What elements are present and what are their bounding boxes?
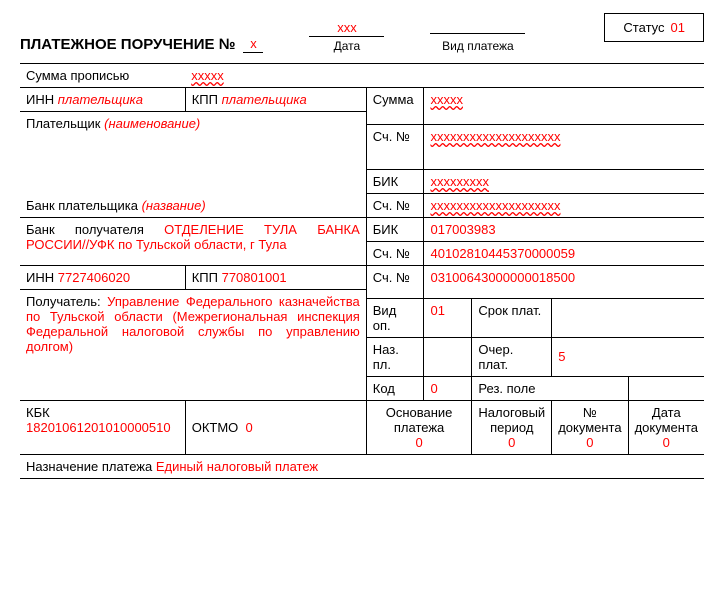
payer-inn-cell: ИНН плательщика — [20, 88, 185, 112]
recipient-bank-label: Банк получателя — [26, 222, 144, 237]
status-box: Статус 01 — [604, 13, 704, 42]
payer-value: (наименование) — [104, 116, 200, 131]
docdate-value: 0 — [663, 435, 670, 450]
sum-words-value: ххххх — [191, 68, 224, 83]
sch1-label: Сч. № — [366, 125, 424, 170]
payer-label: Плательщик — [26, 116, 100, 131]
docdate-cell: Дата документа 0 — [628, 400, 704, 454]
sch1-value: хххххххххххххххххххх — [430, 129, 560, 144]
bik1-value: ххххххххх — [430, 174, 489, 189]
status-label: Статус — [623, 20, 664, 35]
ocher-label: Очер. плат. — [472, 337, 552, 376]
docnum-label: № документа — [558, 405, 621, 435]
payer-kpp-value: плательщика — [222, 92, 307, 107]
purpose-cell: Назначение платежа Единый налоговый плат… — [20, 454, 704, 478]
nalog-value: 0 — [508, 435, 515, 450]
payment-type-label: Вид платежа — [430, 39, 525, 53]
recip-kpp-value: 770801001 — [222, 270, 287, 285]
bik1-label: БИК — [366, 170, 424, 194]
osnov-label: Основание платежа — [386, 405, 453, 435]
srok-label: Срок плат. — [472, 298, 552, 337]
recip-inn-cell: ИНН 7727406020 — [20, 266, 185, 290]
sch3-value: 40102810445370000059 — [424, 242, 704, 266]
payment-type-value — [430, 32, 525, 34]
payer-kpp-label: КПП — [192, 92, 218, 107]
naz-pl-label: Наз. пл. — [366, 337, 424, 376]
purpose-value: Единый налоговый платеж — [156, 459, 318, 474]
kbk-value: 18201061201010000510 — [26, 420, 171, 435]
sch4-value: 03100643000000018500 — [424, 266, 704, 290]
nalog-cell: Налоговый период 0 — [472, 400, 552, 454]
nalog-label: Налоговый период — [478, 405, 545, 435]
sum-label: Сумма — [366, 88, 424, 112]
date-group: ххх Дата — [309, 20, 384, 53]
purpose-label: Назначение платежа — [26, 459, 152, 474]
recipient-bank-cell: Банк получателя ОТДЕЛЕНИЕ ТУЛА БАНКА РОС… — [20, 218, 366, 266]
oktmo-value: 0 — [246, 420, 253, 435]
payer-bank-label: Банк плательщика — [26, 198, 138, 213]
recip-inn-value: 7727406020 — [58, 270, 130, 285]
status-value: 01 — [671, 20, 685, 35]
sum-value-cell: ххххх — [424, 88, 704, 112]
sum-words-cell: ххххх — [185, 64, 704, 88]
date-value: ххх — [309, 20, 384, 37]
main-table: Сумма прописью ххххх ИНН плательщика КПП… — [20, 63, 704, 479]
osnov-cell: Основание платежа 0 — [366, 400, 472, 454]
docnum-cell: № документа 0 — [552, 400, 628, 454]
sch4-label: Сч. № — [366, 266, 424, 290]
oktmo-label: ОКТМО — [192, 420, 239, 435]
number-value: х — [243, 36, 263, 53]
kbk-cell: КБК 18201061201010000510 — [20, 400, 185, 454]
sum-value: ххххх — [430, 92, 463, 107]
kbk-label: КБК — [26, 405, 50, 420]
sum-words-label: Сумма прописью — [20, 64, 185, 88]
payer-kpp-cell: КПП плательщика — [185, 88, 366, 112]
bik1-value-cell: ххххххххх — [424, 170, 704, 194]
rez-label: Рез. поле — [472, 376, 628, 400]
bik2-label: БИК — [366, 218, 424, 242]
sch2-label: Сч. № — [366, 194, 424, 218]
docdate-label: Дата документа — [635, 405, 698, 435]
recipient-label: Получатель: — [26, 294, 101, 309]
sch1-value-cell: хххххххххххххххххххх — [424, 125, 704, 170]
bik2-value: 017003983 — [424, 218, 704, 242]
sch2-value: хххххххххххххххххххх — [430, 198, 560, 213]
payer-inn-label: ИНН — [26, 92, 54, 107]
payer-bank-value: (название) — [142, 198, 206, 213]
payer-inn-value: плательщика — [58, 92, 143, 107]
ocher-value: 5 — [552, 337, 704, 376]
kod-value: 0 — [424, 376, 472, 400]
recipient-cell: Получатель: Управление Федерального казн… — [20, 290, 366, 401]
header-row: ПЛАТЕЖНОЕ ПОРУЧЕНИЕ № х ххх Дата Вид пла… — [20, 20, 704, 53]
recip-kpp-label: КПП — [192, 270, 218, 285]
osnov-value: 0 — [415, 435, 422, 450]
payer-bank-cell: Банк плательщика (название) — [20, 170, 366, 218]
vid-op-value: 01 — [424, 298, 472, 337]
vid-op-label: Вид оп. — [366, 298, 424, 337]
date-label: Дата — [309, 39, 384, 53]
kod-label: Код — [366, 376, 424, 400]
docnum-value: 0 — [586, 435, 593, 450]
payer-cell: Плательщик (наименование) — [20, 112, 366, 170]
sch3-label: Сч. № — [366, 242, 424, 266]
title-block: ПЛАТЕЖНОЕ ПОРУЧЕНИЕ № х ххх Дата Вид пла… — [20, 20, 525, 53]
sch2-value-cell: хххххххххххххххххххх — [424, 194, 704, 218]
recip-inn-label: ИНН — [26, 270, 54, 285]
recip-kpp-cell: КПП 770801001 — [185, 266, 366, 290]
payment-type-group: Вид платежа — [430, 22, 525, 53]
oktmo-cell: ОКТМО 0 — [185, 400, 366, 454]
title-prefix: ПЛАТЕЖНОЕ ПОРУЧЕНИЕ № — [20, 36, 235, 53]
